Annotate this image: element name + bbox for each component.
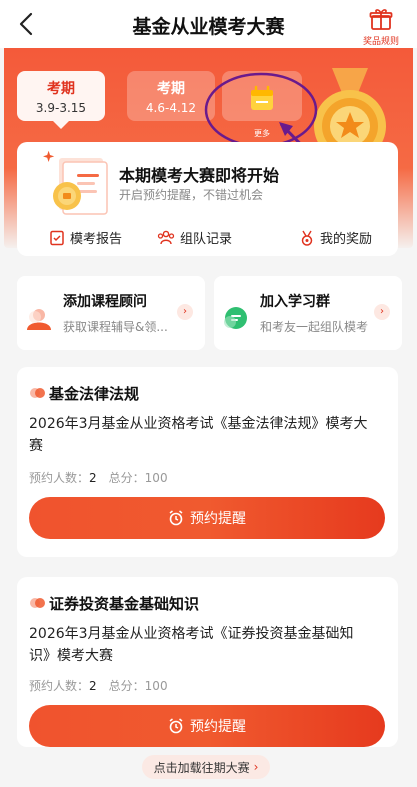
period-tab-1[interactable]: 考期 3.9-3.15: [17, 71, 105, 129]
notice-headline: 本期模考大赛即将开始: [119, 166, 280, 185]
team-record-link[interactable]: 组队记录: [157, 228, 232, 247]
period-tab-2[interactable]: 考期 4.6-4.12: [127, 71, 215, 121]
reminder-label: 预约提醒: [190, 511, 246, 527]
add-advisor-subtitle: 获取课程辅导&领...: [63, 320, 168, 334]
bullet-icon: [30, 598, 45, 608]
team-record-label: 组队记录: [180, 232, 233, 247]
exam-description: 2026年3月基金从业资格考试《基金法律法规》模考大赛: [29, 416, 368, 454]
notice-card: 本期模考大赛即将开始 开启预约提醒，不错过机会 模考报告 组队记录 我的奖励: [17, 142, 398, 256]
total-score: 100: [144, 679, 168, 693]
alarm-clock-icon: [169, 718, 183, 734]
chevron-right-icon: ›: [374, 304, 390, 320]
join-group-title: 加入学习群: [260, 294, 330, 310]
load-past-contests-button[interactable]: 点击加载往期大赛 ›: [142, 755, 270, 779]
period-tab-date: 3.9-3.15: [35, 101, 87, 115]
page-title: 基金从业模考大赛: [132, 16, 285, 38]
reserved-count: 2: [89, 471, 97, 485]
notice-subline: 开启预约提醒，不错过机会: [119, 188, 264, 202]
reserved-label: 预约人数：: [29, 679, 90, 693]
add-advisor-title: 添加课程顾问: [63, 294, 147, 310]
reserved-label: 预约人数：: [29, 471, 90, 485]
prize-rules-label: 奖品规则: [362, 37, 399, 47]
chevron-right-icon: ›: [253, 760, 259, 774]
gift-icon: [369, 9, 393, 30]
period-tab-name: 考期: [157, 81, 185, 97]
exam-title: 证券投资基金基础知识: [49, 595, 200, 613]
exam-description: 2026年3月基金从业资格考试《证券投资基金基础知识》模考大赛: [29, 626, 354, 664]
exam-title: 基金法律法规: [49, 385, 140, 403]
period-tab-date: 4.6-4.12: [145, 101, 197, 115]
top-bar: 基金从业模考大赛 奖品规则: [0, 0, 417, 48]
reminder-label: 预约提醒: [190, 719, 246, 735]
exam-report-link[interactable]: 模考报告: [49, 228, 122, 247]
exam-report-label: 模考报告: [70, 232, 123, 247]
chat-icon: [224, 307, 247, 329]
bullet-icon: [30, 388, 45, 398]
add-advisor-card[interactable]: 添加课程顾问 获取课程辅导&领... ›: [17, 276, 205, 350]
load-past-contests-label: 点击加载往期大赛: [153, 760, 250, 775]
exam-card: 基金法律法规 2026年3月基金从业资格考试《基金法律法规》模考大赛 预约人数：…: [17, 367, 398, 557]
prize-rules-button[interactable]: 奖品规则: [359, 6, 403, 47]
my-rewards-label: 我的奖励: [320, 232, 373, 247]
join-group-card[interactable]: 加入学习群 和考友一起组队模考 ›: [214, 276, 402, 350]
period-tab-name: 考期: [47, 81, 75, 97]
my-rewards-link[interactable]: 我的奖励: [299, 228, 372, 247]
team-icon: [157, 230, 175, 244]
reserved-count: 2: [89, 679, 97, 693]
document-illustration: [43, 150, 108, 215]
total-label: 总分：: [108, 679, 145, 693]
report-icon: [50, 230, 64, 245]
total-label: 总分：: [108, 471, 145, 485]
total-score: 100: [144, 471, 168, 485]
reminder-button[interactable]: 预约提醒: [29, 497, 385, 539]
medal-icon: [301, 230, 313, 246]
alarm-clock-icon: [169, 510, 183, 526]
advisor-icon: [27, 309, 51, 330]
exam-card: 证券投资基金基础知识 2026年3月基金从业资格考试《证券投资基金基础知识》模考…: [17, 577, 398, 747]
exam-stats: 预约人数：2 总分：100: [29, 677, 168, 694]
exam-stats: 预约人数：2 总分：100: [29, 469, 168, 486]
reminder-button[interactable]: 预约提醒: [29, 705, 385, 747]
chevron-right-icon: ›: [177, 304, 193, 320]
join-group-subtitle: 和考友一起组队模考: [260, 320, 369, 334]
